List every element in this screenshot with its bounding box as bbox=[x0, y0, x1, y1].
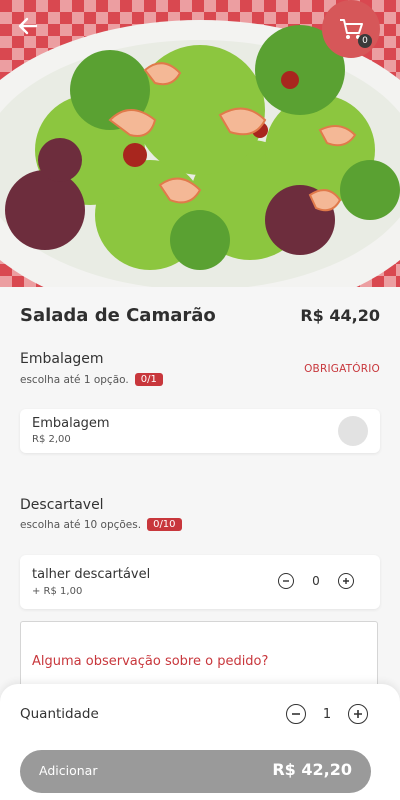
quantity-label: Quantidade bbox=[20, 706, 99, 722]
add-to-cart-button[interactable]: Adicionar R$ 42,20 bbox=[20, 750, 371, 793]
plus-icon bbox=[354, 710, 362, 718]
option-embalagem[interactable]: Embalagem R$ 2,00 bbox=[20, 409, 380, 453]
option-name: talher descartável bbox=[32, 567, 151, 582]
increment-button[interactable] bbox=[338, 573, 354, 589]
group-title-embalagem: Embalagem bbox=[20, 351, 104, 367]
option-talher-descartavel: talher descartável + R$ 1,00 0 bbox=[20, 555, 380, 609]
group-hint-text: escolha até 1 opção. bbox=[20, 373, 129, 386]
quantity-stepper: 1 bbox=[286, 704, 368, 724]
cart-button[interactable]: 0 bbox=[322, 0, 380, 58]
selection-counter-badge: 0/1 bbox=[134, 373, 163, 386]
group-hint-embalagem: escolha até 1 opção. 0/1 bbox=[20, 373, 163, 386]
plus-icon bbox=[343, 578, 349, 584]
selection-counter-badge: 0/10 bbox=[147, 518, 182, 531]
group-hint-descartavel: escolha até 10 opções. 0/10 bbox=[20, 518, 182, 531]
option-quantity-value: 0 bbox=[312, 574, 320, 588]
product-header: Salada de Camarão R$ 44,20 bbox=[20, 303, 380, 327]
arrow-left-icon bbox=[18, 17, 38, 35]
cart-count-badge: 0 bbox=[358, 34, 372, 48]
group-title-descartavel: Descartavel bbox=[20, 497, 104, 513]
product-price: R$ 44,20 bbox=[300, 305, 380, 325]
required-label: OBRIGATÓRIO bbox=[304, 363, 380, 375]
product-image: 0 bbox=[0, 0, 400, 287]
quantity-value: 1 bbox=[322, 706, 332, 722]
add-button-label: Adicionar bbox=[39, 763, 98, 778]
decrement-button[interactable] bbox=[278, 573, 294, 589]
option-price: R$ 2,00 bbox=[32, 434, 71, 445]
add-button-total: R$ 42,20 bbox=[272, 760, 352, 779]
option-radio[interactable] bbox=[338, 416, 368, 446]
quantity-increment-button[interactable] bbox=[348, 704, 368, 724]
order-footer: Quantidade 1 Adicionar R$ 42,20 bbox=[0, 684, 400, 800]
observation-placeholder: Alguma observação sobre o pedido? bbox=[32, 654, 269, 669]
product-name: Salada de Camarão bbox=[20, 304, 216, 326]
minus-icon bbox=[283, 580, 289, 582]
back-button[interactable] bbox=[12, 10, 44, 42]
quantity-decrement-button[interactable] bbox=[286, 704, 306, 724]
group-hint-text: escolha até 10 opções. bbox=[20, 518, 142, 531]
option-name: Embalagem bbox=[32, 416, 110, 431]
option-price: + R$ 1,00 bbox=[32, 586, 83, 597]
option-quantity-stepper: 0 bbox=[278, 573, 354, 589]
minus-icon bbox=[292, 713, 300, 715]
